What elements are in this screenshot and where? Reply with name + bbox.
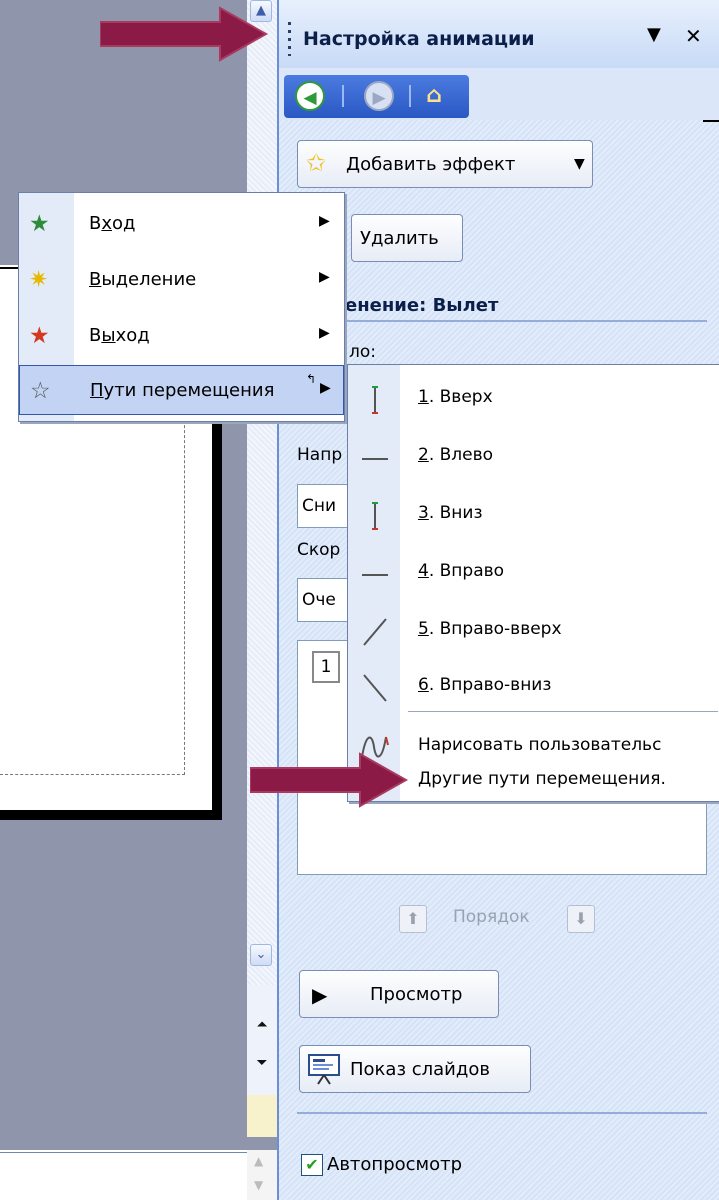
emphasis-star-icon: ✷ [29, 267, 49, 293]
previous-slide-icon[interactable]: ⏶ [253, 1014, 271, 1036]
effect-section-label: енение: Вылет [345, 295, 499, 316]
slideshow-icon [308, 1054, 340, 1085]
notes-scrollbar[interactable]: ▲ ▼ [247, 1150, 277, 1200]
pane-navigation-bar: ◀ ▶ ⌂ [284, 75, 469, 118]
direction-label: Напр [297, 445, 343, 465]
vertical-line-icon [372, 502, 378, 530]
submenu-arrow-icon: ▶ [319, 325, 330, 341]
horizontal-line-icon [362, 458, 388, 460]
horizontal-line-icon [362, 574, 388, 576]
scroll-down-button[interactable]: ⌄ [250, 944, 272, 966]
mouse-cursor-icon: ↰ [306, 372, 317, 386]
nav-separator [342, 85, 344, 107]
home-icon[interactable]: ⌂ [418, 81, 450, 111]
notes-area[interactable] [0, 1150, 247, 1200]
scrollbar-track[interactable] [247, 0, 277, 985]
menu-separator [408, 711, 718, 712]
menu-item-label: 4. Вправо [418, 561, 505, 581]
add-effect-button[interactable]: ✩ Добавить эффект ▼ [297, 140, 593, 188]
autopreview-checkbox[interactable]: ✔ [301, 1154, 323, 1176]
slide-editing-area [0, 0, 247, 1200]
next-slide-icon[interactable]: ⏷ [253, 1052, 271, 1074]
submenu-arrow-icon: ▶ [319, 269, 330, 285]
delete-button[interactable]: Удалить [351, 214, 463, 262]
annotation-arrow-icon [250, 752, 409, 808]
notes-scroll-down-icon[interactable]: ▼ [254, 1178, 263, 1192]
dropdown-arrow-icon: ▼ [574, 156, 585, 172]
forward-icon[interactable]: ▶ [364, 81, 394, 111]
motion-path-star-icon: ☆ [30, 378, 51, 404]
preview-label: Просмотр [370, 984, 463, 1005]
move-up-icon[interactable]: ⬆ [399, 905, 427, 933]
annotation-arrow-icon [100, 6, 269, 62]
add-effect-menu: ★ Вход ▶ ✷ Выделение ▶ ★ Выход ▶ ☆ Пути … [18, 192, 345, 422]
menu-item-label: 1. Вверх [418, 387, 493, 407]
menu-item-label: 6. Вправо-вниз [418, 675, 552, 695]
notes-separator [0, 1152, 247, 1153]
annotation-line [703, 120, 719, 122]
section-divider [297, 1112, 707, 1114]
menu-item-label: Пути перемещения [90, 380, 275, 401]
menu-item-label: Выход [89, 325, 150, 346]
nav-separator [409, 85, 411, 107]
menu-item-right-up[interactable]: 5. Вправо-вверх [348, 601, 718, 659]
motion-paths-submenu: 1. Вверх 2. Влево 3. Вниз 4. Вправо 5. В… [347, 364, 719, 802]
pane-menu-icon[interactable]: ▼ [647, 24, 661, 45]
animation-order-number[interactable]: 1 [312, 651, 340, 683]
section-divider [297, 320, 707, 322]
menu-item-label: 5. Вправо-вверх [418, 619, 562, 639]
entrance-star-icon: ★ [29, 211, 50, 237]
vertical-scrollbar[interactable]: ▲ ⌄ ⏶ ⏷ [247, 0, 277, 1095]
autopreview-label: Автопросмотр [327, 1154, 463, 1175]
diagonal-up-line-icon [363, 618, 387, 646]
view-strip [247, 1095, 277, 1137]
menu-item-label: 3. Вниз [418, 503, 483, 523]
preview-button[interactable]: ▶ Просмотр [299, 970, 499, 1018]
menu-item-motion-paths[interactable]: ☆ Пути перемещения ▶ [19, 365, 344, 415]
submenu-arrow-icon: ▶ [320, 380, 331, 396]
play-icon: ▶ [312, 983, 328, 1007]
close-icon[interactable]: ✕ [685, 24, 702, 48]
order-label: Порядок [453, 907, 530, 927]
menu-item-emphasis[interactable]: ✷ Выделение ▶ [19, 255, 344, 305]
speed-label: Скор [297, 540, 341, 560]
menu-item-label: Выделение [89, 269, 197, 290]
menu-item-down[interactable]: 3. Вниз [348, 485, 718, 543]
menu-item-up[interactable]: 1. Вверх [348, 369, 718, 427]
pane-header: Настройка анимации ▼ ✕ [279, 0, 719, 68]
text-placeholder[interactable] [0, 410, 185, 775]
submenu-arrow-icon: ▶ [319, 213, 330, 229]
back-icon[interactable]: ◀ [295, 81, 325, 111]
add-effect-star-icon: ✩ [306, 149, 327, 177]
pane-title: Настройка анимации [303, 28, 535, 50]
menu-item-right[interactable]: 4. Вправо [348, 543, 718, 601]
menu-item-entrance[interactable]: ★ Вход ▶ [19, 199, 344, 249]
vertical-line-icon [372, 386, 378, 414]
menu-item-label: Другие пути перемещения. [418, 769, 666, 789]
diagonal-down-line-icon [363, 674, 387, 702]
menu-item-left[interactable]: 2. Влево [348, 427, 718, 485]
menu-item-label: Вход [89, 213, 136, 234]
menu-item-label: 2. Влево [418, 445, 494, 465]
grip-icon[interactable] [288, 22, 291, 56]
move-down-icon[interactable]: ⬇ [567, 905, 595, 933]
slideshow-label: Показ слайдов [350, 1059, 490, 1080]
menu-item-exit[interactable]: ★ Выход ▶ [19, 311, 344, 361]
add-effect-label: Добавить эффект [346, 154, 516, 175]
exit-star-icon: ★ [29, 323, 50, 349]
notes-scroll-up-icon[interactable]: ▲ [254, 1154, 263, 1168]
delete-label: Удалить [360, 228, 439, 249]
menu-item-right-down[interactable]: 6. Вправо-вниз [348, 657, 718, 715]
slideshow-button[interactable]: Показ слайдов [299, 1045, 531, 1093]
start-label: ло: [349, 342, 376, 362]
